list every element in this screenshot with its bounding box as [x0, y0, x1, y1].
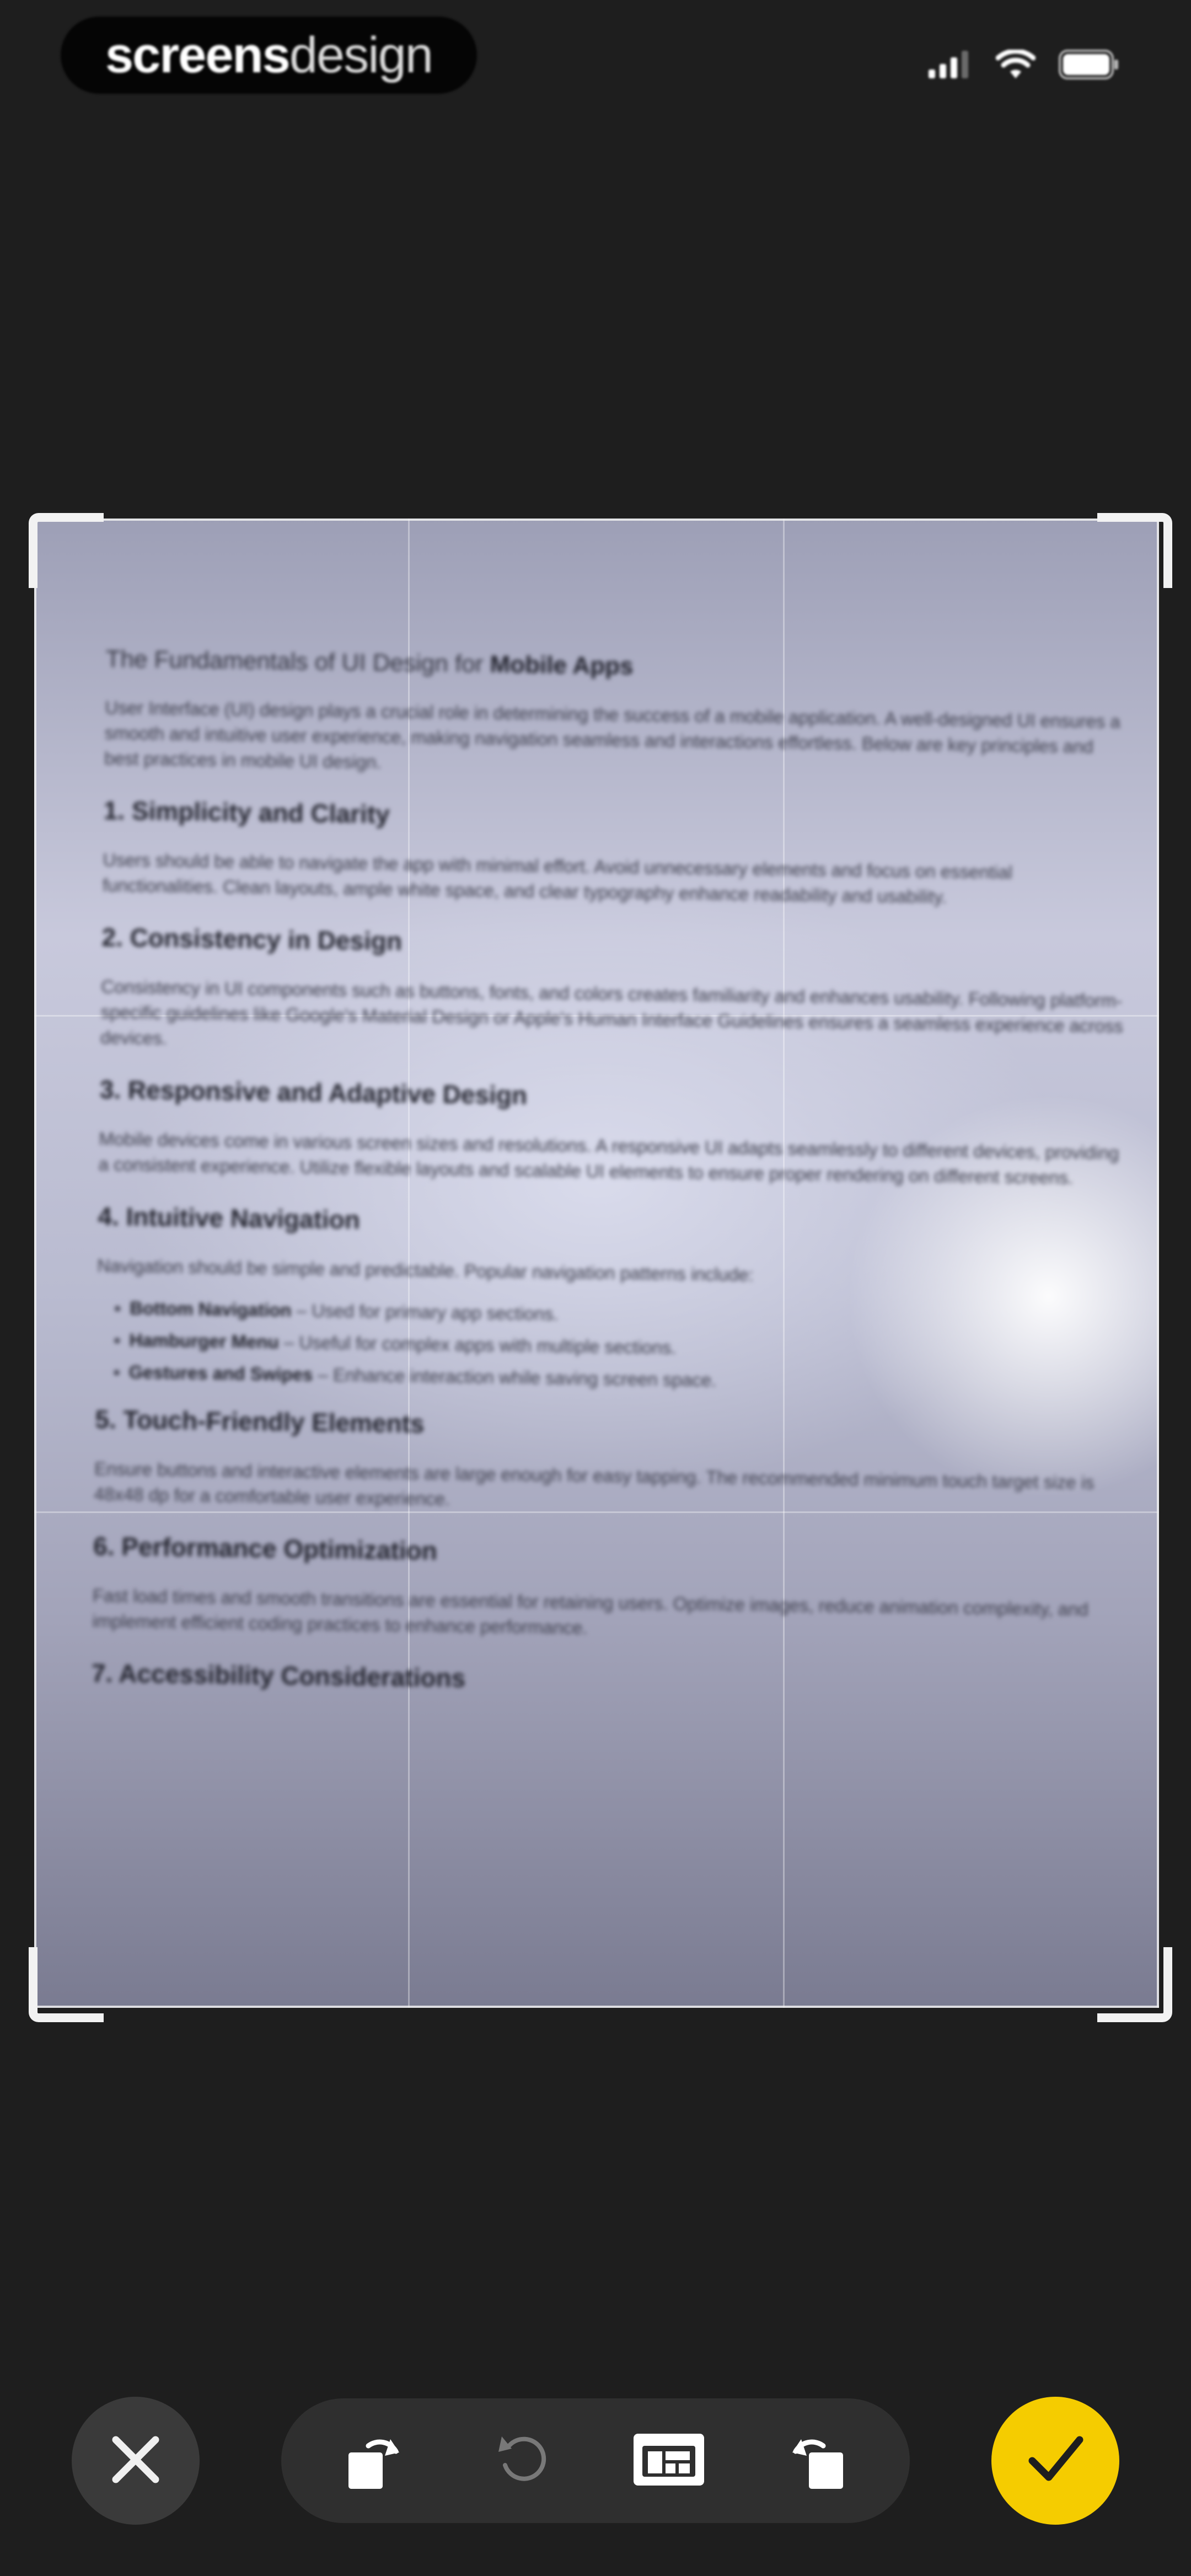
section-heading: 2. Consistency in Design	[101, 922, 403, 956]
rotate-right-icon	[779, 2424, 851, 2498]
section-body	[91, 1710, 1117, 1724]
rotate-right-button[interactable]	[765, 2411, 865, 2510]
section-heading: 1. Simplicity and Clarity	[103, 795, 390, 829]
document-title: The Fundamentals of UI Design for Mobile…	[105, 645, 634, 680]
section-body: Users should be able to navigate the app…	[102, 849, 1013, 907]
brand-watermark: screens design	[61, 17, 477, 94]
section-heading: 4. Intuitive Navigation	[98, 1201, 361, 1234]
crop-handle-top-left[interactable]	[29, 513, 104, 588]
brand-bold: screens	[105, 26, 291, 83]
crop-edge-bottom[interactable]	[34, 2006, 1159, 2008]
document-intro: User Interface (UI) design plays a cruci…	[104, 697, 1121, 772]
checkmark-icon	[1022, 2427, 1088, 2495]
section-heading: 5. Touch-Friendly Elements	[95, 1404, 425, 1439]
section-heading: 3. Responsive and Adaptive Design	[99, 1075, 528, 1110]
navigation-pattern-list: Bottom Navigation – Used for primary app…	[128, 1292, 1122, 1402]
rotate-left-icon	[341, 2424, 412, 2498]
section-body: Navigation should be simple and predicta…	[97, 1255, 754, 1285]
section-heading: 7. Accessibility Considerations	[91, 1658, 466, 1693]
close-icon	[108, 2432, 163, 2490]
cellular-signal-icon	[929, 51, 973, 78]
document-text: The Fundamentals of UI Design for Mobile…	[91, 645, 1131, 1727]
status-icons	[929, 50, 1119, 79]
document-scan-crop-screen: screens design The Fundamentals of UI De…	[0, 0, 1191, 2576]
filter-button[interactable]	[619, 2411, 718, 2510]
battery-icon	[1059, 50, 1119, 79]
crop-edge-left[interactable]	[34, 519, 36, 2008]
undo-icon	[490, 2427, 556, 2495]
filter-icon	[630, 2429, 707, 2493]
wifi-icon	[996, 50, 1036, 79]
section-body: Mobile devices come in various screen si…	[98, 1128, 1119, 1188]
crop-handle-bottom-left[interactable]	[29, 1947, 104, 2022]
rotate-left-button[interactable]	[327, 2411, 426, 2510]
crop-edge-right[interactable]	[1157, 519, 1159, 2008]
section-heading: 6. Performance Optimization	[93, 1531, 438, 1565]
undo-button[interactable]	[473, 2411, 572, 2510]
crop-edge-top[interactable]	[34, 519, 1159, 521]
section-body: Consistency in UI components such as but…	[100, 976, 1124, 1049]
confirm-button[interactable]	[991, 2397, 1119, 2525]
section-body: Ensure buttons and interactive elements …	[94, 1458, 1095, 1509]
crop-handle-bottom-right[interactable]	[1097, 1947, 1172, 2022]
brand-light: design	[289, 26, 433, 83]
document-preview: The Fundamentals of UI Design for Mobile…	[34, 519, 1159, 2008]
close-button[interactable]	[72, 2397, 200, 2525]
crop-handle-top-right[interactable]	[1097, 513, 1172, 588]
edit-toolbar	[281, 2398, 910, 2523]
section-body: Fast load times and smooth transitions a…	[92, 1585, 1089, 1638]
